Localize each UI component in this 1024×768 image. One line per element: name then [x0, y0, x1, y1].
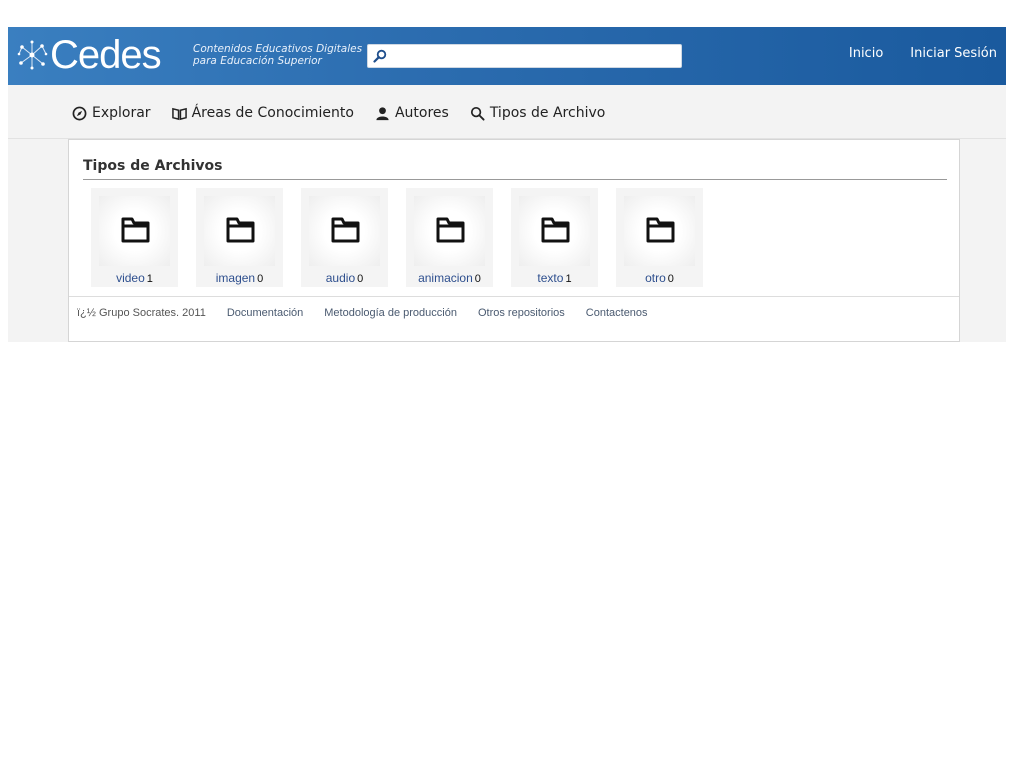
file-type-tile-otro[interactable]: otro 0 — [616, 188, 703, 287]
section-title: Tipos de Archivos — [83, 158, 223, 174]
subnav-item-explorar[interactable]: Explorar — [72, 105, 151, 121]
file-type-label[interactable]: texto — [537, 271, 563, 285]
file-type-tiles: video 1 imagen 0 audio 0 animacion 0 texto 1 — [91, 188, 703, 287]
file-type-tile-texto[interactable]: texto 1 — [511, 188, 598, 287]
logo[interactable]: Cedes — [16, 33, 162, 77]
subnav-item-label: Áreas de Conocimiento — [191, 105, 354, 121]
file-type-tile-animacion[interactable]: animacion 0 — [406, 188, 493, 287]
file-type-count: 0 — [257, 273, 264, 285]
file-type-count: 0 — [357, 273, 364, 285]
folder-icon — [436, 217, 465, 243]
sub-nav: Explorar Áreas de Conocimiento Autores T… — [8, 85, 1006, 139]
folder-icon — [226, 217, 255, 243]
search-icon — [470, 106, 485, 121]
search-input[interactable] — [390, 47, 679, 67]
file-type-tile-audio[interactable]: audio 0 — [301, 188, 388, 287]
file-type-tile-video[interactable]: video 1 — [91, 188, 178, 287]
search-icon[interactable] — [373, 49, 387, 63]
nav-inicio-link[interactable]: Inicio — [849, 46, 883, 61]
page: Cedes Contenidos Educativos Digitales pa… — [8, 27, 1006, 342]
folder-icon — [541, 217, 570, 243]
subnav-item-areas[interactable]: Áreas de Conocimiento — [171, 105, 354, 121]
content-panel: Tipos de Archivos video 1 imagen 0 audio 0 — [68, 139, 960, 342]
subnav-item-label: Tipos de Archivo — [489, 105, 606, 121]
nav-login-link[interactable]: Iniciar Sesión — [910, 46, 997, 61]
file-type-label[interactable]: audio — [326, 271, 355, 285]
file-type-label[interactable]: animacion — [418, 271, 473, 285]
book-icon — [171, 107, 187, 120]
file-type-count: 0 — [474, 273, 481, 285]
header-bar: Cedes Contenidos Educativos Digitales pa… — [8, 27, 1006, 85]
compass-icon — [72, 106, 87, 120]
file-type-count: 1 — [565, 273, 572, 285]
footer-link-metodologia[interactable]: Metodología de producción — [324, 307, 457, 319]
subnav-item-tipos[interactable]: Tipos de Archivo — [470, 105, 606, 121]
top-nav: Inicio Iniciar Sesión — [849, 46, 997, 61]
file-type-label[interactable]: video — [116, 271, 145, 285]
title-divider — [83, 179, 947, 180]
subnav-item-label: Explorar — [92, 105, 151, 121]
copyright-text: ï¿½ Grupo Socrates. 2011 — [77, 307, 206, 319]
folder-icon — [121, 217, 150, 243]
logo-wordmark: Cedes — [50, 33, 162, 77]
user-icon — [376, 106, 389, 120]
molecule-logo-icon — [16, 39, 48, 71]
file-type-label[interactable]: otro — [645, 271, 666, 285]
folder-icon — [331, 217, 360, 243]
site-tagline: Contenidos Educativos Digitales para Edu… — [193, 43, 362, 67]
folder-icon — [646, 217, 675, 243]
footer-divider — [69, 296, 959, 297]
subnav-item-autores[interactable]: Autores — [375, 105, 449, 121]
file-type-count: 1 — [146, 273, 153, 285]
search-box[interactable] — [367, 44, 682, 68]
subnav-item-label: Autores — [394, 105, 449, 121]
file-type-count: 0 — [667, 273, 674, 285]
footer-link-contacto[interactable]: Contactenos — [586, 307, 648, 319]
footer-link-repositorios[interactable]: Otros repositorios — [478, 307, 565, 319]
file-type-tile-imagen[interactable]: imagen 0 — [196, 188, 283, 287]
tagline-line-1: Contenidos Educativos Digitales — [193, 43, 363, 55]
file-type-label[interactable]: imagen — [216, 271, 255, 285]
tagline-line-2: para Educación Superior — [193, 55, 322, 67]
footer: ï¿½ Grupo Socrates. 2011 Documentación M… — [77, 307, 648, 319]
footer-link-documentacion[interactable]: Documentación — [227, 307, 303, 319]
